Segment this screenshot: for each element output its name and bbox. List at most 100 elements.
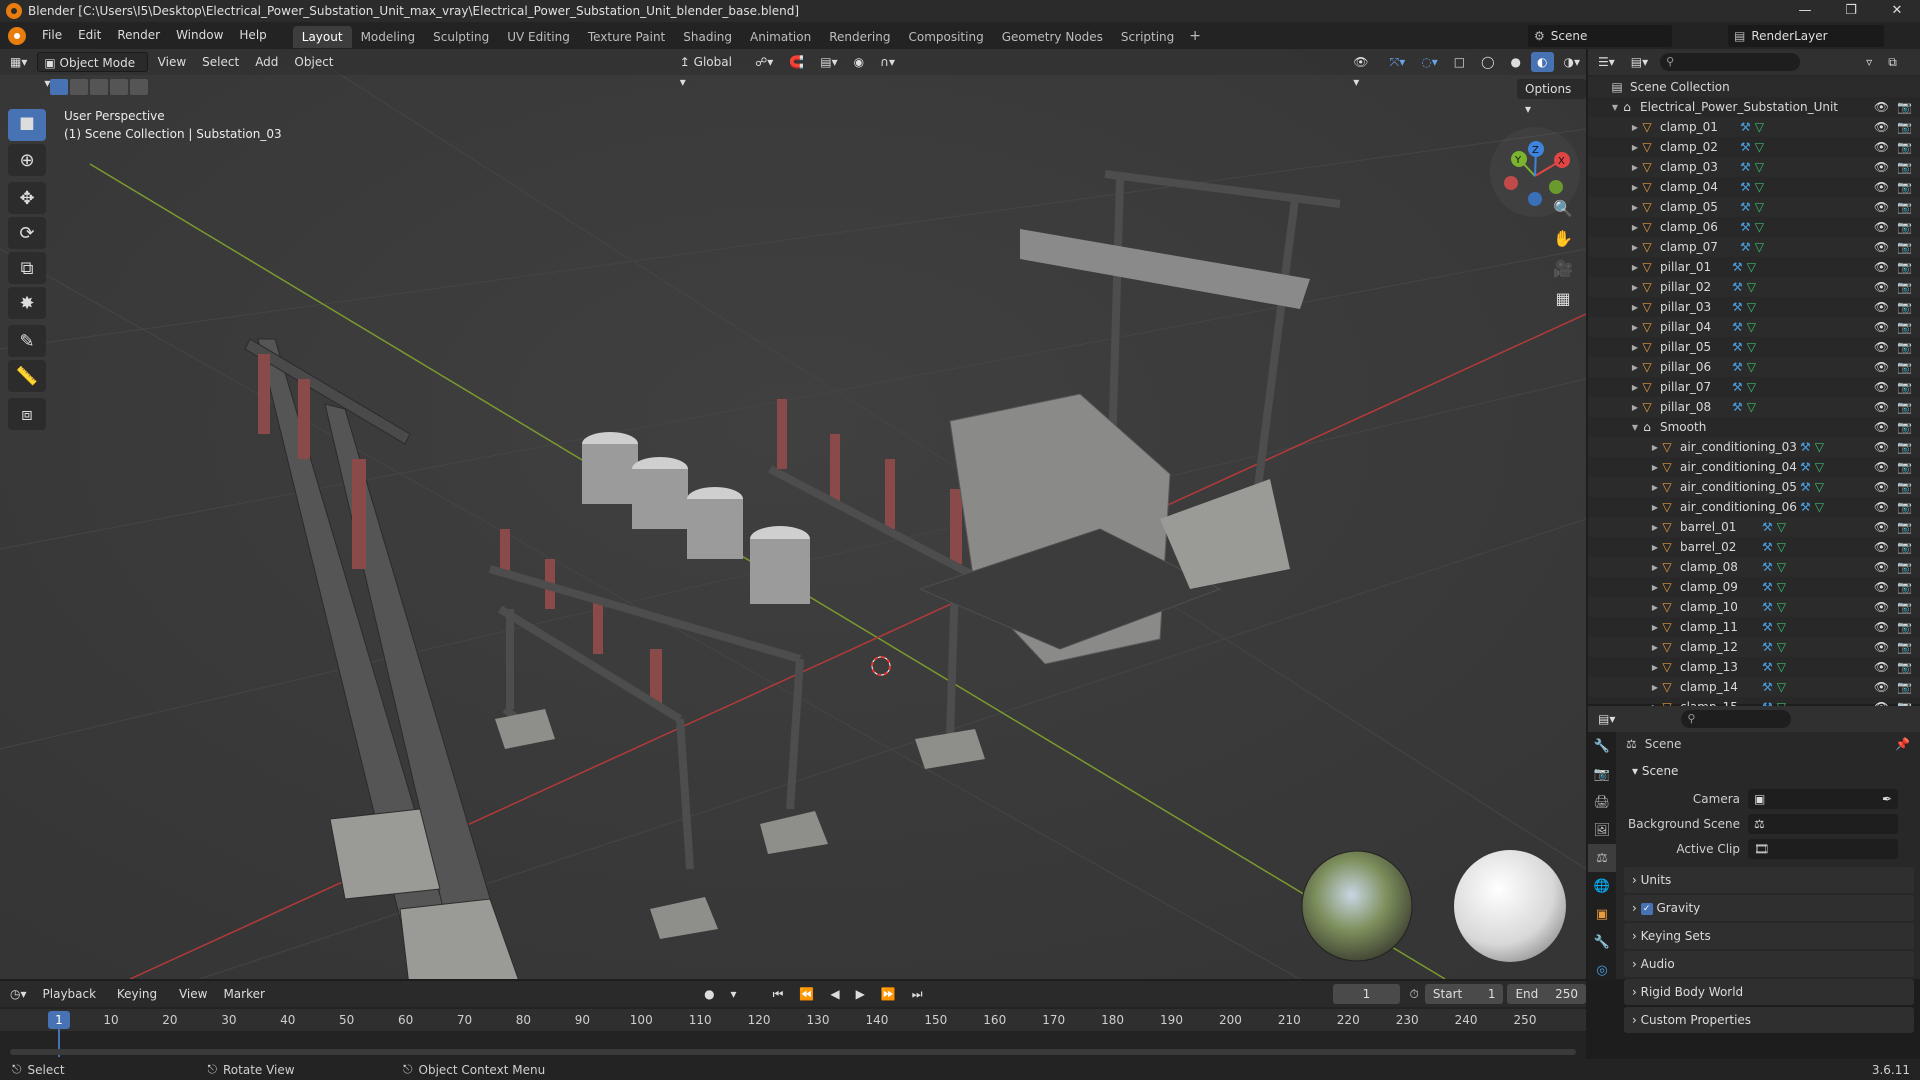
tab-render[interactable]: 📷 (1588, 760, 1616, 788)
scale-tool[interactable]: ⧉ (8, 252, 46, 284)
camera-render-icon[interactable]: 📷 (1897, 660, 1912, 674)
camera-render-icon[interactable]: 📷 (1897, 200, 1912, 214)
outliner-item[interactable]: ▶ ▽ pillar_08 ⚒ ▽ 👁 📷 (1588, 397, 1920, 417)
expand-right-icon[interactable]: ▶ (1650, 543, 1660, 552)
tab-scripting[interactable]: Scripting (1112, 26, 1183, 48)
outliner-item[interactable]: ▶ ▽ pillar_02 ⚒ ▽ 👁 📷 (1588, 277, 1920, 297)
camera-render-icon[interactable]: 📷 (1897, 140, 1912, 154)
menu-add[interactable]: Add (249, 52, 284, 72)
eye-icon[interactable]: 👁 (1874, 600, 1889, 614)
expand-right-icon[interactable]: ▶ (1650, 443, 1660, 452)
eye-icon[interactable]: 👁 (1874, 620, 1889, 634)
move-tool[interactable]: ✥ (8, 182, 46, 214)
camera-render-icon[interactable]: 📷 (1897, 160, 1912, 174)
rotate-tool[interactable]: ⟳ (8, 217, 46, 249)
outliner-item[interactable]: ▶ ▽ clamp_14 ⚒ ▽ 👁 📷 (1588, 677, 1920, 697)
outliner-item[interactable]: ▶ ▽ clamp_12 ⚒ ▽ 👁 📷 (1588, 637, 1920, 657)
eye-icon[interactable]: 👁 (1874, 320, 1889, 334)
expand-right-icon[interactable]: ▶ (1630, 183, 1640, 192)
camera-render-icon[interactable]: 📷 (1897, 320, 1912, 334)
wireframe-shading-button[interactable]: ◯ (1475, 52, 1500, 72)
proportional-editing-toggle[interactable]: ◉ (848, 52, 870, 72)
expand-right-icon[interactable]: ▶ (1630, 223, 1640, 232)
eye-icon[interactable]: 👁 (1874, 480, 1889, 494)
outliner-item[interactable]: ▶ ▽ pillar_04 ⚒ ▽ 👁 📷 (1588, 317, 1920, 337)
expand-right-icon[interactable]: ▶ (1650, 563, 1660, 572)
outliner-item[interactable]: ▶ ▽ pillar_07 ⚒ ▽ 👁 📷 (1588, 377, 1920, 397)
menu-help[interactable]: Help (231, 22, 274, 49)
tab-layout[interactable]: Layout (292, 26, 352, 48)
expand-right-icon[interactable]: ▶ (1630, 323, 1640, 332)
solid-shading-button[interactable]: ● (1505, 52, 1527, 72)
eye-icon[interactable]: 👁 (1874, 360, 1889, 374)
zoom-view-button[interactable]: 🔍 (1548, 195, 1578, 221)
properties-search-input[interactable]: ⚲ (1681, 710, 1792, 728)
transform-orientation-selector[interactable]: ↥ Global ▾ (674, 52, 745, 89)
select-extend-icon[interactable] (70, 79, 88, 95)
eye-icon[interactable]: 👁 (1874, 460, 1889, 474)
select-invert-icon[interactable] (110, 79, 128, 95)
expand-right-icon[interactable]: ▶ (1630, 303, 1640, 312)
tab-rendering[interactable]: Rendering (820, 26, 899, 48)
current-frame-field[interactable]: 1 (1333, 984, 1400, 1004)
eye-icon[interactable]: 👁 (1874, 220, 1889, 234)
cursor-tool[interactable]: ⊕ (8, 144, 46, 176)
menu-select[interactable]: Select (196, 52, 245, 72)
add-workspace-button[interactable]: + (1183, 28, 1207, 44)
eye-icon[interactable]: 👁 (1874, 160, 1889, 174)
outliner-editor-type-button[interactable]: ☰▾ (1592, 52, 1621, 72)
eye-icon[interactable]: 👁 (1874, 200, 1889, 214)
eye-icon[interactable]: 👁 (1874, 540, 1889, 554)
preview-range-toggle[interactable]: ⏱ (1404, 984, 1425, 1004)
snap-toggle[interactable]: 🧲 (783, 52, 810, 72)
tab-geometry-nodes[interactable]: Geometry Nodes (993, 26, 1112, 48)
close-button[interactable]: ✕ (1874, 0, 1920, 22)
blender-menu-icon[interactable] (8, 26, 26, 45)
camera-render-icon[interactable]: 📷 (1897, 460, 1912, 474)
outliner-collection[interactable]: ▼ ⌂ Smooth 👁 📷 (1588, 417, 1920, 437)
jump-start-button[interactable]: ⏮ (767, 984, 790, 1004)
gizmos-toggle[interactable]: ⤧▾ (1384, 52, 1412, 72)
outliner-item[interactable]: ▶ ▽ pillar_03 ⚒ ▽ 👁 📷 (1588, 297, 1920, 317)
keying-sets-panel[interactable]: › Keying Sets (1624, 923, 1914, 949)
menu-object[interactable]: Object (288, 52, 339, 72)
tab-world[interactable]: 🌐 (1588, 872, 1616, 900)
eye-icon[interactable]: 👁 (1874, 260, 1889, 274)
xray-toggle[interactable]: □ (1448, 52, 1471, 72)
gravity-checkbox[interactable]: ✓ (1640, 902, 1653, 915)
select-subtract-icon[interactable] (90, 79, 108, 95)
eye-icon[interactable]: 👁 (1874, 280, 1889, 294)
eye-icon[interactable]: 👁 (1874, 100, 1889, 114)
outliner-collection[interactable]: ▼ ⌂ Electrical_Power_Substation_Unit 👁 📷 (1588, 97, 1920, 117)
outliner-item[interactable]: ▶ ▽ barrel_02 ⚒ ▽ 👁 📷 (1588, 537, 1920, 557)
camera-render-icon[interactable]: 📷 (1897, 500, 1912, 514)
outliner-item[interactable]: ▶ ▽ clamp_07 ⚒ ▽ 👁 📷 (1588, 237, 1920, 257)
select-box-tool[interactable]: ⯀ (8, 109, 46, 141)
measure-tool[interactable]: 📏 (8, 360, 46, 392)
camera-render-icon[interactable]: 📷 (1897, 100, 1912, 114)
snap-target-button[interactable]: ▤▾ (814, 52, 843, 72)
pan-view-button[interactable]: ✋ (1548, 225, 1578, 251)
outliner-item[interactable]: ▶ ▽ clamp_06 ⚒ ▽ 👁 📷 (1588, 217, 1920, 237)
outliner-item[interactable]: ▶ ▽ clamp_05 ⚒ ▽ 👁 📷 (1588, 197, 1920, 217)
eye-icon[interactable]: 👁 (1874, 380, 1889, 394)
tab-object[interactable]: ▣ (1588, 900, 1616, 928)
pin-icon[interactable]: 📌 (1895, 737, 1910, 751)
view-layer-selector[interactable]: ▤ RenderLayer (1728, 25, 1884, 47)
expand-right-icon[interactable]: ▶ (1650, 603, 1660, 612)
pivot-point-button[interactable]: ☍▾ (749, 52, 779, 72)
tab-view-layer[interactable]: 🖼 (1588, 816, 1616, 844)
eye-icon[interactable]: 👁 (1874, 640, 1889, 654)
menu-render[interactable]: Render (109, 22, 168, 49)
outliner-item[interactable]: ▶ ▽ pillar_06 ⚒ ▽ 👁 📷 (1588, 357, 1920, 377)
camera-field[interactable]: ▣ ✒ (1748, 788, 1898, 809)
gravity-panel[interactable]: › ✓ Gravity (1624, 895, 1914, 921)
mode-selector[interactable]: ▣ Object Mode ▾ (37, 52, 148, 90)
camera-render-icon[interactable]: 📷 (1897, 360, 1912, 374)
outliner-scene-collection[interactable]: ▤ Scene Collection (1588, 77, 1920, 97)
outliner-item[interactable]: ▶ ▽ clamp_09 ⚒ ▽ 👁 📷 (1588, 577, 1920, 597)
material-preview-button[interactable]: ◐ (1531, 52, 1554, 72)
outliner-item[interactable]: ▶ ▽ air_conditioning_03 ⚒ ▽ 👁 📷 (1588, 437, 1920, 457)
eye-icon[interactable]: 👁 (1874, 240, 1889, 254)
active-clip-field[interactable]: 🎞 (1748, 838, 1898, 859)
